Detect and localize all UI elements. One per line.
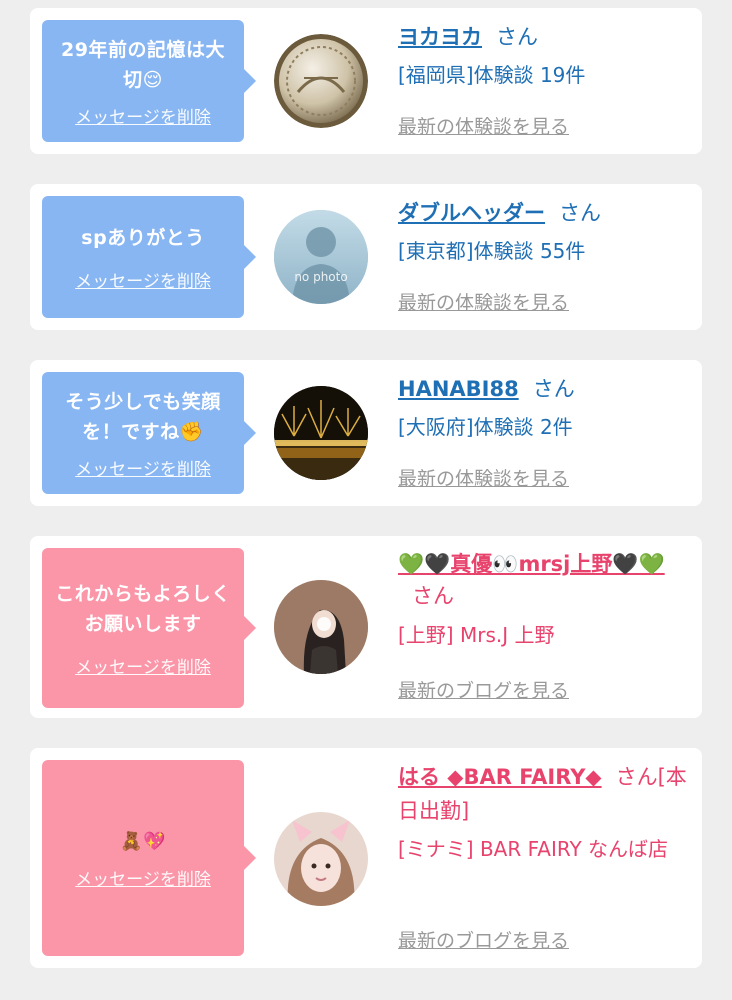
no-photo-avatar[interactable]: no photo [274, 210, 368, 304]
honorific: さん [496, 25, 538, 49]
latest-blog-link[interactable]: 最新のブログを見る [398, 926, 569, 953]
no-photo-label: no photo [294, 270, 348, 284]
reviewer-detail: [上野] Mrs.J 上野 [398, 623, 555, 647]
reviewer-name-link[interactable]: 💚🖤真優👀mrsj上野🖤💚 [398, 552, 665, 576]
review-card: そう少しでも笑顔を！ですね✊ メッセージを削除 HANABI88 さん [大阪府]… [30, 360, 702, 506]
reviewer-info: HANABI88 さん [大阪府]体験談 2件 [398, 372, 690, 444]
delete-message-link[interactable]: メッセージを削除 [75, 267, 211, 292]
message-bubble: そう少しでも笑顔を！ですね✊ メッセージを削除 [42, 372, 256, 494]
fireworks-avatar[interactable] [274, 386, 368, 480]
reviewer-detail: [東京都]体験談 55件 [398, 239, 586, 263]
woman-photo-avatar[interactable] [274, 580, 368, 674]
cat-ears-photo-avatar[interactable] [274, 812, 368, 906]
message-bubble: 🧸💖 メッセージを削除 [42, 760, 256, 956]
review-card: spありがとう メッセージを削除 no photo ダブルヘッダー さん [東京都… [30, 184, 702, 330]
reviewer-info: ヨカヨカ さん [福岡県]体験談 19件 [398, 20, 690, 92]
message-text: 🧸💖 [120, 830, 166, 852]
latest-blog-link[interactable]: 最新のブログを見る [398, 676, 569, 703]
message-text: 29年前の記憶は大切😌 [61, 38, 225, 91]
latest-review-link[interactable]: 最新の体験談を見る [398, 288, 569, 315]
review-card: 🧸💖 メッセージを削除 はる ◆BAR FAIRY◆ さん[本日出勤] [ミナミ]… [30, 748, 702, 968]
message-text: これからもよろしくお願いします [55, 582, 231, 635]
honorific: さん [532, 377, 575, 401]
delete-message-link[interactable]: メッセージを削除 [75, 103, 211, 128]
honorific: さん [559, 201, 601, 225]
delete-message-link[interactable]: メッセージを削除 [75, 865, 211, 890]
message-text: spありがとう [81, 226, 205, 249]
reviewer-name-link[interactable]: ヨカヨカ [398, 25, 482, 49]
message-text: そう少しでも笑顔を！ですね✊ [65, 390, 221, 443]
reviewer-detail: [福岡県]体験談 19件 [398, 63, 586, 87]
review-card: これからもよろしくお願いします メッセージを削除 💚🖤真優👀mrsj上野🖤💚 さん… [30, 536, 702, 718]
reviewer-name-link[interactable]: はる ◆BAR FAIRY◆ [398, 765, 602, 789]
latest-review-link[interactable]: 最新の体験談を見る [398, 112, 569, 139]
coin-avatar[interactable] [274, 34, 368, 128]
delete-message-link[interactable]: メッセージを削除 [75, 653, 211, 678]
delete-message-link[interactable]: メッセージを削除 [75, 455, 211, 480]
reviewer-info: ダブルヘッダー さん [東京都]体験談 55件 [398, 196, 690, 268]
reviewer-name-link[interactable]: HANABI88 [398, 377, 519, 401]
reviewer-info: 💚🖤真優👀mrsj上野🖤💚 さん [上野] Mrs.J 上野 [398, 548, 690, 652]
reviewer-name-link[interactable]: ダブルヘッダー [398, 201, 545, 225]
message-bubble: spありがとう メッセージを削除 [42, 196, 256, 318]
review-card: 29年前の記憶は大切😌 メッセージを削除 ヨカヨカ さん [福岡県]体験談 19件… [30, 8, 702, 154]
reviewer-detail: [ミナミ] BAR FAIRY なんば店 [398, 837, 669, 861]
honorific: さん [412, 584, 454, 608]
message-bubble: これからもよろしくお願いします メッセージを削除 [42, 548, 256, 708]
reviewer-info: はる ◆BAR FAIRY◆ さん[本日出勤] [ミナミ] BAR FAIRY な… [398, 760, 690, 866]
latest-review-link[interactable]: 最新の体験談を見る [398, 464, 569, 491]
reviewer-detail: [大阪府]体験談 2件 [398, 415, 573, 439]
message-bubble: 29年前の記憶は大切😌 メッセージを削除 [42, 20, 256, 142]
